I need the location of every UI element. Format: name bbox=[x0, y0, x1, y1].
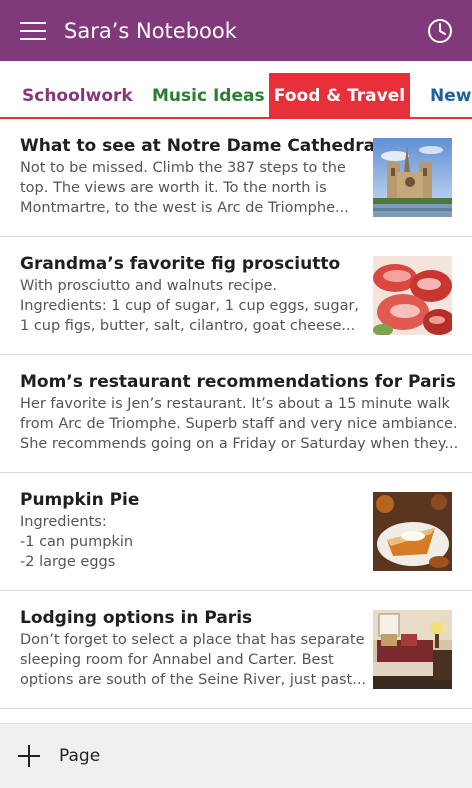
prosciutto-photo bbox=[373, 256, 452, 335]
snippet-line: options are south of the Seine River, ju… bbox=[20, 672, 367, 688]
plus-icon bbox=[18, 745, 40, 767]
page-snippet: Her favorite is Jen’s restaurant. It’s a… bbox=[20, 394, 458, 454]
cathedral-photo bbox=[373, 138, 452, 217]
page-snippet: Ingredients: -1 can pumpkin -2 large egg… bbox=[20, 512, 133, 572]
page-item[interactable]: What to see at Notre Dame Cathedral Not … bbox=[0, 119, 472, 237]
notebook-title: Sara’s Notebook bbox=[64, 19, 237, 43]
page-title: Mom’s restaurant recommendations for Par… bbox=[20, 372, 456, 392]
page-list: What to see at Notre Dame Cathedral Not … bbox=[0, 119, 472, 709]
bedroom-photo bbox=[373, 610, 452, 689]
snippet-line: Not to be missed. Climb the 387 steps to… bbox=[20, 160, 346, 176]
snippet-line: Ingredients: 1 cup of sugar, 1 cup eggs,… bbox=[20, 298, 360, 314]
bottom-app-bar: Page bbox=[0, 723, 472, 788]
snippet-line: Montmartre, to the west is Arc de Triomp… bbox=[20, 200, 349, 216]
page-snippet: With prosciutto and walnuts recipe. Ingr… bbox=[20, 276, 359, 336]
snippet-line: -1 can pumpkin bbox=[20, 534, 134, 550]
snippet-line: Don’t forget to select a place that has … bbox=[20, 632, 365, 648]
page-snippet: Not to be missed. Climb the 387 steps to… bbox=[20, 158, 349, 218]
tab-schoolwork[interactable]: Schoolwork bbox=[22, 73, 133, 119]
tab-music-ideas[interactable]: Music Ideas bbox=[152, 73, 265, 119]
hamburger-menu-icon[interactable] bbox=[20, 22, 46, 40]
section-tabs: Schoolwork Music Ideas Food & Travel New bbox=[0, 61, 472, 119]
tab-new[interactable]: New bbox=[430, 73, 471, 119]
tab-food-and-travel[interactable]: Food & Travel bbox=[269, 73, 410, 119]
snippet-line: -2 large eggs bbox=[20, 554, 116, 570]
clock-icon[interactable] bbox=[426, 17, 454, 45]
page-title: Lodging options in Paris bbox=[20, 608, 253, 628]
snippet-line: With prosciutto and walnuts recipe. bbox=[20, 278, 278, 294]
add-page-label: Page bbox=[59, 746, 101, 766]
page-snippet: Don’t forget to select a place that has … bbox=[20, 630, 366, 690]
pumpkin-pie-photo bbox=[373, 492, 452, 571]
snippet-line: Ingredients: bbox=[20, 514, 107, 530]
page-title: Grandma’s favorite fig prosciutto bbox=[20, 254, 341, 274]
page-item[interactable]: Pumpkin Pie Ingredients: -1 can pumpkin … bbox=[0, 473, 472, 591]
page-title: Pumpkin Pie bbox=[20, 490, 140, 510]
snippet-line: Her favorite is Jen’s restaurant. It’s a… bbox=[20, 396, 450, 412]
snippet-line: She recommends going on a Friday or Satu… bbox=[20, 436, 459, 452]
page-item[interactable]: Mom’s restaurant recommendations for Par… bbox=[0, 355, 472, 473]
snippet-line: from Arc de Triomphe. Superb staff and v… bbox=[20, 416, 458, 432]
app-bar: Sara’s Notebook bbox=[0, 0, 472, 61]
page-title: What to see at Notre Dame Cathedral bbox=[20, 136, 381, 156]
snippet-line: top. The views are worth it. To the nort… bbox=[20, 180, 327, 196]
page-item[interactable]: Lodging options in Paris Don’t forget to… bbox=[0, 591, 472, 709]
snippet-line: sleeping room for Annabel and Carter. Be… bbox=[20, 652, 334, 668]
page-item[interactable]: Grandma’s favorite fig prosciutto With p… bbox=[0, 237, 472, 355]
snippet-line: 1 cup figs, butter, salt, cilantro, goat… bbox=[20, 318, 356, 334]
